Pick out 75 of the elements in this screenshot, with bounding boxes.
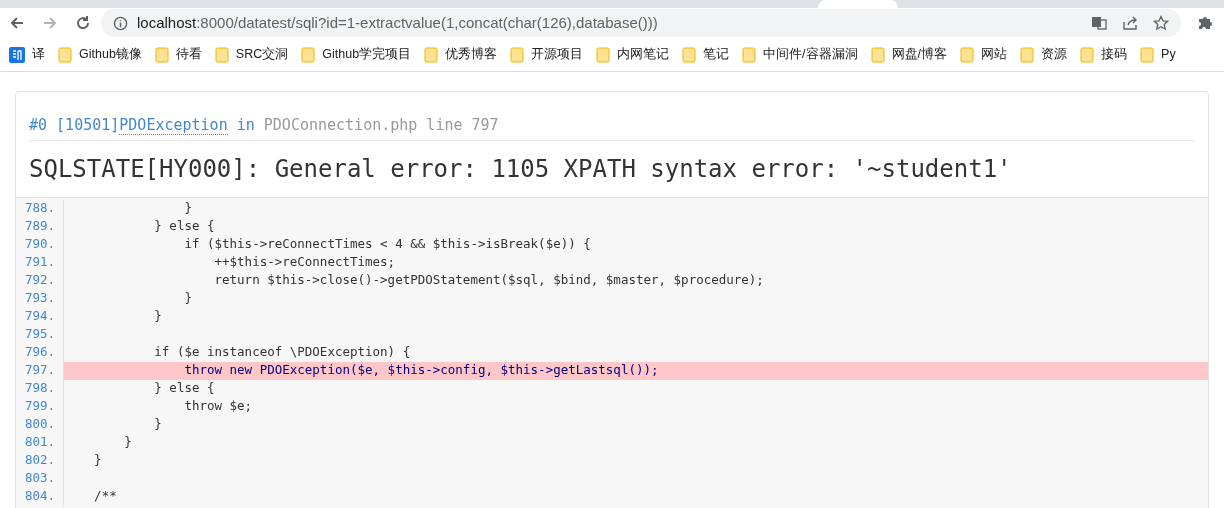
bookmark[interactable]: 接码 — [1080, 45, 1128, 64]
bookmark[interactable]: 中间件/容器漏洞 — [742, 45, 858, 64]
info-icon[interactable] — [113, 15, 128, 31]
code-line: throw $e; — [183, 397, 253, 416]
code-line: } else { — [153, 379, 215, 398]
line-number: 802. — [16, 451, 64, 470]
folder-icon — [682, 46, 697, 63]
exception-link[interactable]: PDOException — [119, 116, 228, 135]
line-number: 791. — [16, 253, 64, 272]
folder-icon — [742, 46, 757, 63]
line-number: 804. — [16, 487, 64, 506]
bookmark[interactable]: 待看 — [154, 45, 202, 64]
code-line: } else { — [153, 217, 215, 236]
code-line: } — [183, 289, 192, 308]
line-number: 800. — [16, 415, 64, 434]
bookmark[interactable]: 网盘/博客 — [870, 45, 948, 64]
bookmark[interactable]: 资源 — [1020, 45, 1068, 64]
folder-icon — [1140, 46, 1155, 63]
line-number: 796. — [16, 343, 64, 362]
translate-app-icon — [9, 46, 25, 63]
puzzle-icon[interactable] — [1197, 15, 1213, 31]
bookmark[interactable]: 译 — [9, 45, 45, 64]
error-code: #0 [10501] — [29, 116, 120, 134]
in-label: in — [236, 116, 255, 134]
error-message: SQLSTATE[HY000]: General error: 1105 XPATH syntax error: '~student1' — [29, 153, 1013, 185]
line-number: 790. — [16, 235, 64, 254]
folder-icon — [1020, 46, 1035, 63]
address-bar[interactable]: localhost:8000/datatest/sqli?id=1-extractvalue(1,concat(char(126),database())) — [101, 9, 1181, 37]
code-line: /** — [93, 487, 117, 506]
folder-icon — [870, 46, 885, 63]
folder-icon — [424, 46, 439, 63]
code-line: } — [153, 307, 162, 326]
code-line: } — [183, 199, 192, 218]
bookmark[interactable]: 优秀博客 — [424, 45, 498, 64]
line-number: 794. — [16, 307, 64, 326]
file-location: PDOConnection.php line 797 — [263, 116, 499, 134]
bookmark[interactable]: Github镜像 — [58, 45, 142, 64]
line-number: 799. — [16, 397, 64, 416]
translate-icon[interactable] — [1091, 15, 1107, 31]
line-number: 795. — [16, 325, 64, 344]
code-line: if ($e instanceof \PDOException) { — [153, 343, 411, 362]
bookmark[interactable]: 笔记 — [682, 45, 730, 64]
bookmark[interactable]: SRC交洞 — [214, 45, 289, 64]
code-line: } — [123, 433, 132, 452]
share-icon[interactable] — [1122, 15, 1138, 31]
url-text: localhost:8000/datatest/sqli?id=1-extractvalue(1,concat(char(126),database())) — [137, 12, 658, 33]
folder-icon — [214, 46, 229, 63]
code-line: throw new PDOException($e, $this->config, $this->getLastsql()); — [183, 361, 659, 380]
code-line: } — [93, 451, 102, 470]
folder-icon — [596, 46, 611, 63]
code-line: ++$this->reConnectTimes; — [213, 253, 396, 272]
folder-icon — [301, 46, 316, 63]
line-number: 793. — [16, 289, 64, 308]
line-number: 801. — [16, 433, 64, 452]
bookmark[interactable]: 开源项目 — [510, 45, 584, 64]
line-number: 798. — [16, 379, 64, 398]
folder-icon — [154, 46, 169, 63]
folder-icon — [1080, 46, 1095, 63]
code-line: } — [153, 415, 162, 434]
star-icon[interactable] — [1153, 15, 1169, 31]
line-number: 792. — [16, 271, 64, 290]
bookmark[interactable]: 网站 — [960, 45, 1008, 64]
code-line: if ($this->reConnectTimes < 4 && $this->isBreak($e)) { — [183, 235, 591, 254]
back-icon[interactable] — [9, 15, 25, 31]
folder-icon — [960, 46, 975, 63]
line-number: 803. — [16, 469, 64, 488]
bookmark[interactable]: 内网笔记 — [596, 45, 670, 64]
folder-icon — [58, 46, 72, 63]
bookmark[interactable]: Py — [1140, 45, 1176, 64]
folder-icon — [510, 46, 525, 63]
bookmark[interactable]: Github学完项目 — [301, 45, 412, 64]
line-number: 788. — [16, 199, 64, 218]
code-line: return $this->close()->getPDOStatement($sql, $bind, $master, $procedure); — [213, 271, 764, 290]
line-number: 789. — [16, 217, 64, 236]
reload-icon[interactable] — [75, 15, 91, 31]
